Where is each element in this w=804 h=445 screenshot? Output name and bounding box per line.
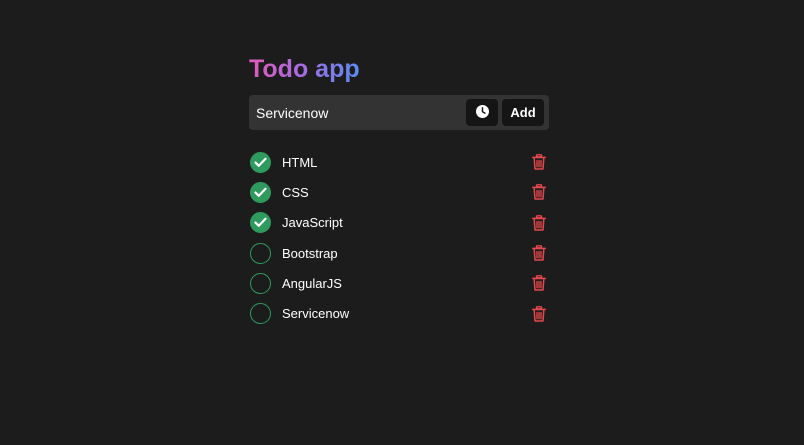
todo-list: HTML CSS JavaScript Bootstrap AngularJS …	[249, 147, 549, 329]
check-icon	[254, 157, 267, 168]
trash-icon[interactable]	[532, 305, 546, 322]
todo-item: JavaScript	[249, 208, 549, 238]
todo-item: AngularJS	[249, 268, 549, 298]
todo-text: HTML	[282, 154, 318, 170]
trash-icon[interactable]	[532, 214, 546, 231]
todo-item: HTML	[249, 147, 549, 177]
todo-check-toggle[interactable]	[250, 212, 271, 234]
trash-icon[interactable]	[532, 245, 546, 261]
trash-icon[interactable]	[532, 154, 546, 170]
todo-text: AngularJS	[282, 275, 342, 291]
todo-item: CSS	[249, 177, 549, 207]
todo-input-bar: Add	[249, 95, 549, 130]
check-icon	[254, 187, 267, 198]
todo-check-toggle[interactable]	[250, 303, 271, 325]
todo-text: CSS	[282, 184, 309, 200]
todo-item: Bootstrap	[249, 238, 549, 268]
trash-icon[interactable]	[532, 184, 546, 201]
clock-icon	[475, 104, 489, 121]
app-title: Todo app	[249, 52, 360, 86]
add-button[interactable]: Add	[502, 99, 544, 126]
todo-check-toggle[interactable]	[250, 272, 271, 294]
todo-check-toggle[interactable]	[250, 151, 271, 173]
trash-icon[interactable]	[532, 275, 546, 292]
schedule-button[interactable]	[466, 99, 498, 126]
todo-text: Bootstrap	[282, 245, 338, 261]
todo-input[interactable]	[249, 95, 461, 130]
todo-check-toggle[interactable]	[250, 181, 271, 203]
todo-text: JavaScript	[282, 215, 343, 231]
todo-app: Todo app Add HTML CSS JavaScript	[249, 52, 549, 325]
check-icon	[254, 217, 267, 228]
todo-check-toggle[interactable]	[250, 242, 271, 264]
todo-text: Servicenow	[282, 306, 350, 322]
todo-item: Servicenow	[249, 298, 549, 328]
